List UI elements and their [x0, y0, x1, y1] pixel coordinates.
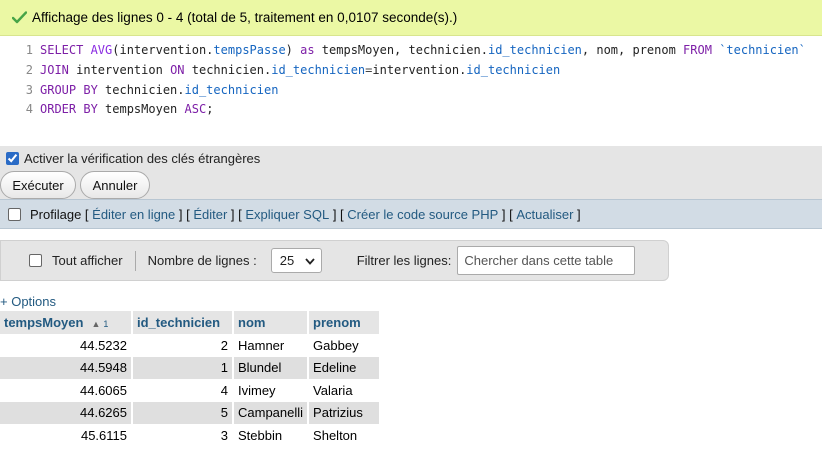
sql-text: (intervention.	[112, 43, 214, 57]
divider	[134, 250, 136, 271]
cell-id-technicien: 2	[132, 334, 234, 357]
profiling-checkbox[interactable]	[8, 207, 21, 221]
sql-keyword: FROM	[683, 43, 712, 57]
line-number: 4	[25, 102, 33, 117]
cell-tempsmoyen: 44.5948	[0, 356, 133, 379]
column-header-nom[interactable]: nom	[233, 311, 310, 334]
table-navigation: Tout afficher Nombre de lignes : 25 Filt…	[0, 240, 669, 281]
cell-nom: Stebbin	[233, 424, 310, 447]
cell-tempsmoyen: 45.6115	[0, 424, 133, 447]
column-header-id-technicien[interactable]: id_technicien	[132, 311, 234, 334]
cell-nom: Hamner	[233, 334, 310, 357]
cell-id-technicien: 5	[132, 401, 234, 424]
sql-keyword: ORDER BY	[40, 102, 98, 117]
sql-line: 1 SELECT AVG (intervention. tempsPasse )…	[0, 41, 822, 61]
cell-id-technicien: 3	[132, 424, 234, 447]
sql-keyword: SELECT	[40, 43, 91, 57]
sql-keyword: ON	[170, 62, 185, 77]
cell-tempsmoyen: 44.5232	[0, 334, 133, 357]
line-number: 3	[25, 82, 33, 97]
execute-button[interactable]: Exécuter	[0, 171, 76, 199]
foreign-key-label: Activer la vérification des clés étrangè…	[24, 151, 261, 166]
sql-text: )	[285, 43, 301, 57]
cell-id-technicien: 4	[132, 379, 234, 402]
filter-rows-input[interactable]: Chercher dans cette table	[457, 246, 636, 275]
cell-nom: Blundel	[233, 356, 310, 379]
sql-column: id_technicien	[466, 62, 561, 77]
cell-tempsmoyen: 44.6265	[0, 401, 133, 424]
sql-keyword: GROUP BY	[40, 82, 98, 97]
sql-text: intervention.	[372, 62, 467, 77]
foreign-key-checkbox[interactable]	[6, 152, 19, 165]
sql-column: tempsPasse	[213, 43, 286, 57]
results-table: tempsMoyen ▲ 1 id_technicien nom prenom 44…	[0, 311, 382, 447]
cell-prenom: Gabbey	[308, 334, 382, 357]
cell-nom: Campanelli	[233, 401, 310, 424]
table-row: 45.6115 3 Stebbin Shelton	[0, 424, 382, 447]
success-message: Affichage des lignes 0 - 4 (total de 5, …	[0, 0, 822, 36]
profiling-label: Profilage	[30, 206, 82, 222]
table-row: 44.5948 1 Blundel Edeline	[0, 356, 382, 379]
column-header-prenom[interactable]: prenom	[308, 311, 382, 334]
sql-line: 2 JOIN intervention ON technicien. id_te…	[0, 61, 822, 81]
cell-prenom: Shelton	[308, 424, 382, 447]
rows-count-select[interactable]: 25	[270, 248, 322, 273]
sql-function: AVG	[90, 43, 113, 57]
column-header-tempsmoyen[interactable]: tempsMoyen ▲ 1	[0, 311, 133, 334]
check-icon	[12, 11, 27, 24]
rows-count-label: Nombre de lignes :	[147, 253, 257, 268]
cell-nom: Ivimey	[233, 379, 310, 402]
chevron-down-icon	[305, 253, 315, 268]
edit-inline-link[interactable]: Éditer en ligne	[92, 207, 175, 222]
cell-prenom: Patrizius	[308, 401, 382, 424]
cell-id-technicien: 1	[132, 356, 234, 379]
sql-keyword: ASC	[184, 102, 207, 117]
create-php-code-link[interactable]: Créer le code source PHP	[347, 207, 498, 222]
cell-tempsmoyen: 44.6065	[0, 379, 133, 402]
explain-sql-link[interactable]: Expliquer SQL	[245, 207, 329, 222]
line-number: 2	[25, 62, 33, 77]
show-all-label: Tout afficher	[52, 253, 123, 268]
foreign-key-check-option[interactable]: Activer la vérification des clés étrangè…	[6, 151, 260, 166]
sql-editor[interactable]: 1 SELECT AVG (intervention. tempsPasse )…	[0, 36, 822, 146]
sql-text: technicien.	[97, 82, 185, 97]
cell-prenom: Edeline	[308, 356, 382, 379]
rows-count-value: 25	[279, 253, 295, 268]
table-row: 44.5232 2 Hamner Gabbey	[0, 334, 382, 357]
edit-link[interactable]: Éditer	[193, 207, 227, 222]
sql-text: tempsMoyen	[97, 102, 185, 117]
sql-text: , nom, prenom	[581, 43, 684, 57]
sort-ascending-icon: ▲	[91, 319, 101, 329]
sql-text: tempsMoyen, technicien.	[314, 43, 488, 57]
sql-line: 3 GROUP BY technicien. id_technicien	[0, 81, 822, 101]
sql-keyword: as	[300, 43, 315, 57]
sql-column: id_technicien	[487, 43, 582, 57]
sql-table-name: `technicien`	[719, 43, 806, 57]
line-number: 1	[25, 43, 33, 57]
options-link[interactable]: + Options	[0, 294, 56, 309]
sql-keyword: JOIN	[40, 62, 69, 77]
profiling-bar: Profilage [ Éditer en ligne ] [ Éditer ]…	[0, 199, 822, 229]
cell-prenom: Valaria	[308, 379, 382, 402]
refresh-link[interactable]: Actualiser	[516, 207, 573, 222]
table-row: 44.6065 4 Ivimey Valaria	[0, 379, 382, 402]
sql-text: intervention	[68, 62, 171, 77]
filter-rows-label: Filtrer les lignes:	[356, 253, 452, 268]
sql-line: 4 ORDER BY tempsMoyen ASC ;	[0, 100, 822, 120]
sql-text: technicien.	[184, 62, 272, 77]
show-all-checkbox[interactable]	[29, 254, 42, 267]
success-message-text: Affichage des lignes 0 - 4 (total de 5, …	[32, 10, 458, 25]
table-row: 44.6265 5 Campanelli Patrizius	[0, 401, 382, 424]
sql-column: id_technicien	[184, 82, 279, 97]
sql-operator: =	[365, 62, 373, 77]
cancel-button[interactable]: Annuler	[80, 171, 150, 199]
sql-column: id_technicien	[271, 62, 366, 77]
sort-index: 1	[103, 319, 109, 329]
sql-text: ;	[206, 102, 214, 117]
